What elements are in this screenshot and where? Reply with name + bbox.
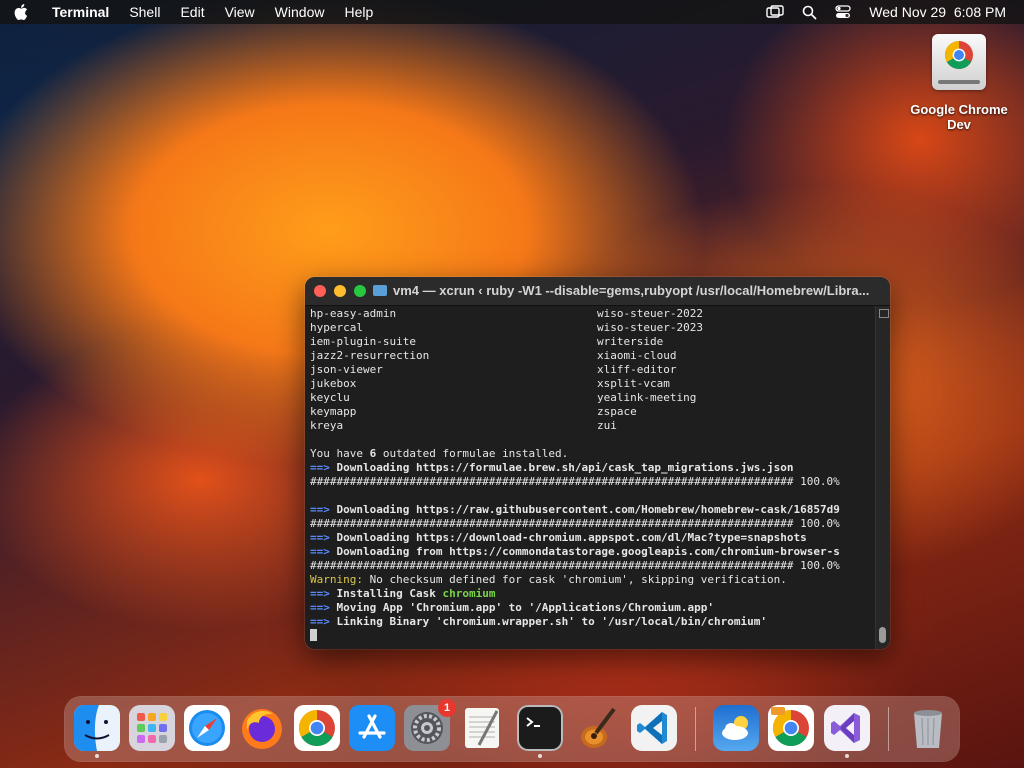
app-store-icon: [349, 705, 395, 751]
launchpad-icon: [137, 713, 167, 743]
output-line: hp-easy-admin wiso-steuer-2022: [310, 307, 703, 320]
terminal-icon: [526, 717, 540, 727]
vscode-icon: [637, 712, 667, 744]
dock-finder[interactable]: [74, 705, 120, 758]
terminal-title: vm4 — xcrun ‹ ruby -W1 --disable=gems,ru…: [373, 277, 882, 305]
progress-line: ########################################…: [310, 475, 840, 488]
desktop-icon-label: Google Chrome Dev: [910, 102, 1008, 132]
dock-safari[interactable]: [184, 705, 230, 751]
terminal-scrollbar[interactable]: [875, 306, 890, 649]
progress-line: ########################################…: [310, 559, 840, 572]
output-line: jazz2-resurrection xiaomi-cloud: [310, 349, 677, 362]
safari-icon: [184, 705, 230, 751]
output-line: json-viewer xliff-editor: [310, 363, 677, 376]
notification-badge: 1: [438, 699, 456, 717]
garageband-icon: [581, 707, 616, 748]
menu-clock[interactable]: Wed Nov 29 6:08 PM: [869, 4, 1006, 20]
close-button[interactable]: [314, 285, 326, 297]
output-line: jukebox xsplit-vcam: [310, 377, 670, 390]
download-line: ==> Downloading from https://commondatas…: [310, 545, 840, 558]
dock-trash[interactable]: [905, 705, 951, 751]
download-line: ==> Downloading https://formulae.brew.sh…: [310, 461, 794, 474]
menu-bar: Terminal Shell Edit View Window Help Wed…: [0, 0, 1024, 24]
dock-weather[interactable]: [713, 705, 759, 751]
scroll-up-icon[interactable]: [879, 309, 889, 318]
visual-studio-icon: [831, 713, 860, 743]
spotlight-search-icon[interactable]: [802, 5, 817, 20]
dock-launchpad[interactable]: [129, 705, 175, 751]
download-line: ==> Downloading https://raw.githubuserco…: [310, 503, 840, 516]
desktop-icon-chrome-dev[interactable]: Google Chrome Dev: [904, 34, 1014, 132]
linking-line: ==> Linking Binary 'chromium.wrapper.sh'…: [310, 615, 767, 628]
dock-chrome[interactable]: [294, 705, 340, 751]
output-line: keymapp zspace: [310, 405, 637, 418]
terminal-window[interactable]: vm4 — xcrun ‹ ruby -W1 --disable=gems,ru…: [305, 277, 890, 649]
folder-icon: [373, 285, 387, 296]
zoom-button[interactable]: [354, 285, 366, 297]
warning-line: Warning: No checksum defined for cask 'c…: [310, 573, 787, 586]
dock-visual-studio[interactable]: [824, 705, 870, 758]
control-center-icon[interactable]: [835, 5, 851, 19]
chrome-icon: [294, 705, 340, 751]
output-line: hypercal wiso-steuer-2023: [310, 321, 703, 334]
moving-line: ==> Moving App 'Chromium.app' to '/Appli…: [310, 601, 714, 614]
output-line: keyclu yealink-meeting: [310, 391, 697, 404]
terminal-output[interactable]: hp-easy-admin wiso-steuer-2022 hypercal wi…: [305, 306, 876, 649]
dock-separator: [695, 707, 696, 751]
output-line: kreya zui: [310, 419, 617, 432]
screen-mirroring-icon[interactable]: [766, 5, 784, 19]
dock-system-settings[interactable]: 1: [404, 699, 456, 751]
menu-shell[interactable]: Shell: [129, 4, 160, 20]
trash-icon: [914, 710, 942, 748]
scrollbar-thumb[interactable]: [879, 627, 886, 643]
dock-vscode[interactable]: [631, 705, 677, 751]
dock-app-store[interactable]: [349, 705, 395, 751]
menu-app-name[interactable]: Terminal: [52, 4, 109, 20]
progress-line: ########################################…: [310, 517, 840, 530]
dock-textedit[interactable]: [459, 705, 505, 751]
text-cursor: [310, 629, 317, 641]
dock: 1: [65, 697, 959, 761]
output-line: iem-plugin-suite writerside: [310, 335, 664, 348]
menu-edit[interactable]: Edit: [180, 4, 204, 20]
dock-firefox[interactable]: [239, 705, 285, 751]
textedit-icon: [465, 708, 499, 748]
chrome-dev-icon: [768, 705, 814, 751]
menu-help[interactable]: Help: [344, 4, 373, 20]
firefox-icon: [242, 709, 282, 749]
apple-menu-icon[interactable]: [14, 4, 38, 20]
dock-garageband[interactable]: [574, 705, 620, 751]
download-line: ==> Downloading https://download-chromiu…: [310, 531, 807, 544]
install-line: ==> Installing Cask chromium: [310, 587, 496, 600]
dock-chrome-dev[interactable]: [768, 705, 814, 751]
finder-icon: [74, 705, 120, 751]
menu-window[interactable]: Window: [275, 4, 325, 20]
terminal-titlebar[interactable]: vm4 — xcrun ‹ ruby -W1 --disable=gems,ru…: [305, 277, 890, 306]
menu-view[interactable]: View: [225, 4, 255, 20]
prompt-line[interactable]: [310, 629, 876, 643]
outdated-line: You have 6 outdated formulae installed.: [310, 447, 569, 460]
weather-icon: [722, 716, 748, 740]
chrome-dev-drive-icon: [932, 34, 986, 90]
dock-separator: [888, 707, 889, 751]
dock-terminal[interactable]: [517, 705, 563, 758]
minimize-button[interactable]: [334, 285, 346, 297]
